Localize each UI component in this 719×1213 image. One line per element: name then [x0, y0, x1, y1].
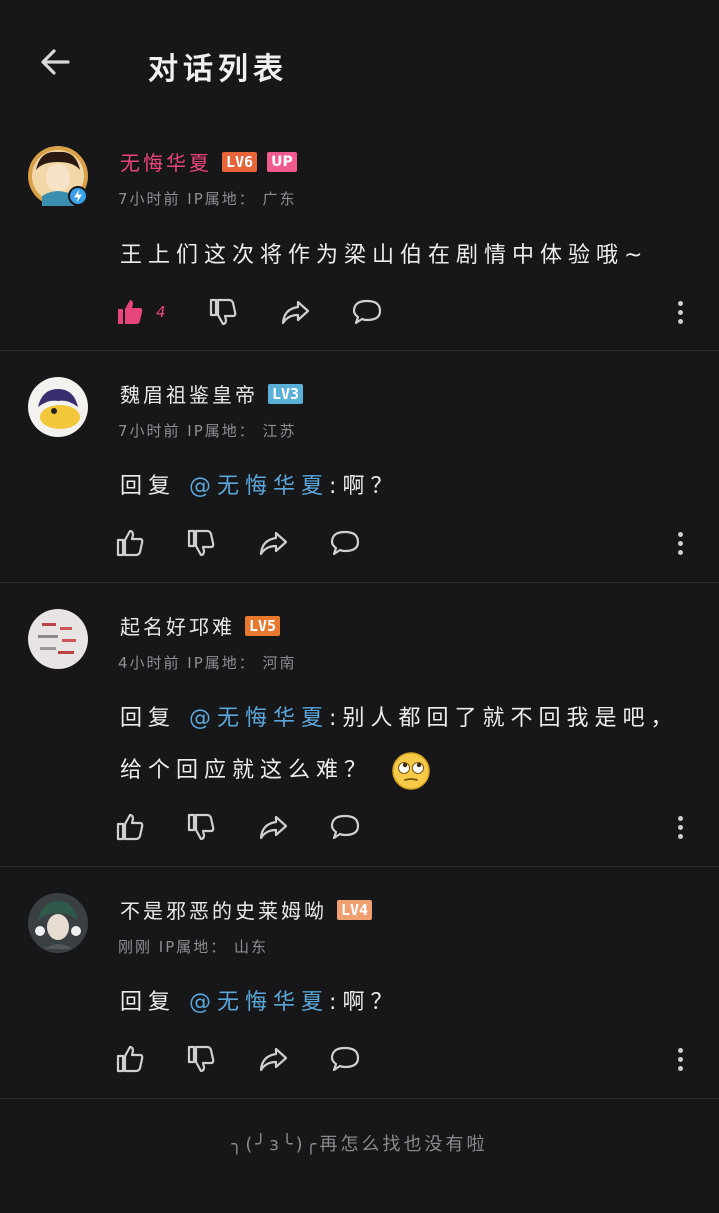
- comment-text: 回复 @无悔华夏:别人都回了就不回我是吧， 给个回应就这么难？: [120, 693, 700, 797]
- reply-body: :啊？: [329, 990, 399, 1015]
- username[interactable]: 魏眉祖鉴皇帝: [120, 379, 258, 408]
- user-info: 魏眉祖鉴皇帝 LV3: [120, 379, 304, 408]
- thumbs-down-icon: [187, 1045, 215, 1073]
- mention-link[interactable]: @无悔华夏: [189, 706, 329, 731]
- rolling-eyes-emoji-icon: [392, 752, 430, 790]
- comment-item: 无悔华夏 LV6 UP 7小时前 IP属地： 广东 王上们这次将作为梁山伯在剧情…: [0, 124, 719, 351]
- reply-button[interactable]: [351, 292, 383, 332]
- action-bar: 4: [0, 292, 719, 332]
- avatar-image: [28, 609, 88, 669]
- share-arrow-icon: [281, 300, 310, 325]
- reply-button[interactable]: [329, 523, 361, 563]
- share-button[interactable]: [279, 292, 311, 332]
- dislike-button[interactable]: [185, 1039, 217, 1079]
- comment-line: 回复 @无悔华夏:别人都回了就不回我是吧，: [120, 693, 700, 745]
- thumbs-down-icon: [187, 813, 215, 841]
- comment-meta: 4小时前 IP属地： 河南: [118, 654, 297, 672]
- comment-item: 不是邪恶的史莱姆呦 LV4 刚刚 IP属地： 山东 回复 @无悔华夏:啊？: [0, 867, 719, 1099]
- verified-badge: [68, 186, 88, 206]
- like-button[interactable]: [114, 807, 146, 847]
- dislike-button[interactable]: [207, 292, 239, 332]
- more-options-button[interactable]: [666, 1039, 694, 1079]
- comment-meta: 刚刚 IP属地： 山东: [118, 938, 269, 956]
- comment-meta: 7小时前 IP属地： 广东: [118, 190, 297, 208]
- chat-bubble-icon: [352, 299, 382, 325]
- level-badge: LV4: [337, 899, 373, 920]
- up-badge: UP: [267, 151, 297, 172]
- user-info: 不是邪恶的史莱姆呦 LV4: [120, 895, 373, 924]
- lightning-icon: [74, 189, 82, 203]
- avatar[interactable]: [28, 146, 88, 206]
- thumbs-up-icon: [116, 529, 144, 557]
- share-button[interactable]: [257, 1039, 289, 1079]
- reply-prefix: 回复: [120, 990, 177, 1015]
- thumbs-down-icon: [187, 529, 215, 557]
- more-options-button[interactable]: [666, 523, 694, 563]
- avatar[interactable]: [28, 377, 88, 437]
- share-arrow-icon: [259, 815, 288, 840]
- share-button[interactable]: [257, 523, 289, 563]
- like-button[interactable]: [114, 523, 146, 563]
- dislike-button[interactable]: [185, 807, 217, 847]
- comment-meta: 7小时前 IP属地： 江苏: [118, 422, 297, 440]
- reply-body-continued: 给个回应就这么难？: [120, 758, 373, 783]
- page-title: 对话列表: [148, 52, 288, 87]
- like-button[interactable]: 4: [114, 292, 166, 332]
- end-of-list-text: ╮(╯з╰)╭再怎么找也没有啦: [231, 1134, 488, 1155]
- like-count: 4: [156, 303, 166, 321]
- mention-link[interactable]: @无悔华夏: [189, 474, 329, 499]
- level-badge: LV6: [222, 151, 258, 172]
- action-bar: [0, 523, 719, 563]
- chat-bubble-icon: [330, 530, 360, 556]
- mention-link[interactable]: @无悔华夏: [189, 990, 329, 1015]
- chat-bubble-icon: [330, 1046, 360, 1072]
- comment-text: 王上们这次将作为梁山伯在剧情中体验哦~: [120, 243, 649, 268]
- username[interactable]: 无悔华夏: [120, 147, 212, 176]
- username[interactable]: 不是邪恶的史莱姆呦: [120, 895, 327, 924]
- reply-prefix: 回复: [120, 474, 177, 499]
- share-arrow-icon: [259, 1047, 288, 1072]
- share-arrow-icon: [259, 531, 288, 556]
- more-options-button[interactable]: [666, 807, 694, 847]
- comment-text: 回复 @无悔华夏:啊？: [120, 977, 700, 1029]
- reply-body: :啊？: [329, 474, 399, 499]
- thumbs-up-filled-icon: [118, 300, 143, 324]
- user-info: 起名好邛难 LV5: [120, 611, 281, 640]
- reply-prefix: 回复: [120, 706, 177, 731]
- username[interactable]: 起名好邛难: [120, 611, 235, 640]
- thumbs-up-icon: [116, 813, 144, 841]
- reply-button[interactable]: [329, 807, 361, 847]
- chat-bubble-icon: [330, 814, 360, 840]
- dislike-button[interactable]: [185, 523, 217, 563]
- reply-body: :别人都回了就不回我是吧，: [329, 706, 679, 731]
- avatar[interactable]: [28, 893, 88, 953]
- back-button[interactable]: [36, 42, 76, 82]
- comment-item: 魏眉祖鉴皇帝 LV3 7小时前 IP属地： 江苏 回复 @无悔华夏:啊？: [0, 351, 719, 583]
- arrow-left-icon: [41, 49, 70, 75]
- comment-line: 给个回应就这么难？: [120, 745, 700, 797]
- action-bar: [0, 807, 719, 847]
- top-bar: 对话列表: [0, 0, 719, 124]
- avatar[interactable]: [28, 609, 88, 669]
- avatar-image: [28, 377, 88, 437]
- thumbs-up-icon: [116, 1045, 144, 1073]
- share-button[interactable]: [257, 807, 289, 847]
- like-button[interactable]: [114, 1039, 146, 1079]
- user-info: 无悔华夏 LV6 UP: [120, 147, 297, 176]
- action-bar: [0, 1039, 719, 1079]
- more-options-button[interactable]: [666, 292, 694, 332]
- level-badge: LV3: [268, 383, 304, 404]
- avatar-image: [28, 893, 88, 953]
- comment-item: 起名好邛难 LV5 4小时前 IP属地： 河南 回复 @无悔华夏:别人都回了就不…: [0, 583, 719, 867]
- level-badge: LV5: [245, 615, 281, 636]
- thumbs-down-icon: [209, 298, 237, 326]
- reply-button[interactable]: [329, 1039, 361, 1079]
- comment-text: 回复 @无悔华夏:啊？: [120, 461, 700, 513]
